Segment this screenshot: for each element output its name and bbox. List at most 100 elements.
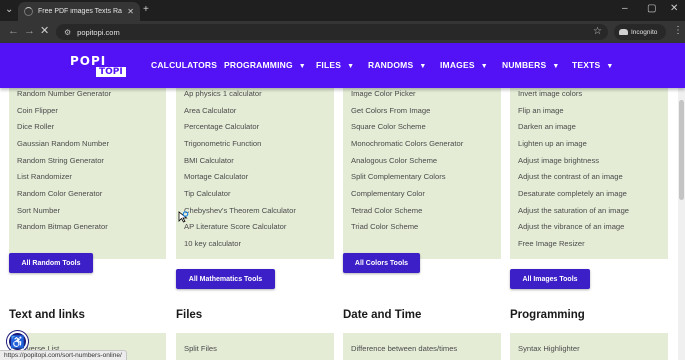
list-item[interactable]: Adjust the contrast of an image	[518, 172, 623, 181]
list-item[interactable]: Ap physics 1 calculator	[184, 89, 262, 98]
cursor-icon	[178, 211, 189, 223]
stop-icon[interactable]: ✕	[40, 26, 49, 37]
section-title-programming: Programming	[510, 309, 585, 321]
nav-label: CALCULATORS	[151, 60, 218, 70]
nav-numbers[interactable]: NUMBERS ▼	[502, 60, 560, 70]
chevron-down-icon: ▼	[552, 63, 560, 70]
list-item[interactable]: Triad Color Scheme	[351, 222, 418, 231]
nav-label: TEXTS	[572, 60, 601, 70]
list-item[interactable]: Random String Generator	[17, 156, 104, 165]
list-item[interactable]: Tetrad Color Scheme	[351, 206, 422, 215]
list-item[interactable]: Random Color Generator	[17, 189, 102, 198]
nav-randoms[interactable]: RANDOMS ▼	[368, 60, 426, 70]
chevron-down-icon: ▼	[419, 63, 427, 70]
nav-images[interactable]: IMAGES ▼	[440, 60, 488, 70]
tab-search-icon[interactable]: ⌄	[5, 5, 13, 15]
list-item[interactable]: Lighten up an image	[518, 139, 587, 148]
minimize-icon[interactable]: –	[622, 4, 628, 14]
forward-icon[interactable]: →	[24, 26, 35, 37]
tab-title: Free PDF images Texts Random	[38, 8, 122, 15]
nav-label: NUMBERS	[502, 60, 547, 70]
restore-icon[interactable]: ▢	[647, 4, 656, 14]
incognito-badge[interactable]: Incognito	[614, 24, 666, 40]
list-item[interactable]: Gaussian Random Number	[17, 139, 109, 148]
nav-files[interactable]: FILES ▼	[316, 60, 354, 70]
list-item[interactable]: Free Image Resizer	[518, 239, 585, 248]
page-scrollbar[interactable]	[678, 88, 685, 360]
back-icon[interactable]: ←	[8, 26, 19, 37]
all-math-tools-button[interactable]: All Mathematics Tools	[176, 269, 275, 289]
list-item[interactable]: Sort Number	[17, 206, 60, 215]
list-item[interactable]: Adjust the vibrance of an image	[518, 222, 624, 231]
section-title-date-time: Date and Time	[343, 309, 422, 321]
section-title-files: Files	[176, 309, 203, 321]
list-item[interactable]: Tip Calculator	[184, 189, 231, 198]
nav-texts[interactable]: TEXTS ▼	[572, 60, 614, 70]
logo-top-text: POPI	[70, 54, 107, 68]
list-item[interactable]: List Randomizer	[17, 172, 72, 181]
list-item[interactable]: Split Files	[184, 344, 217, 353]
logo-bottom-text: TOPI	[96, 67, 126, 77]
url-input[interactable]: ⚙ popitopi.com ☆	[56, 24, 608, 40]
section-title-text-links: Text and links	[9, 309, 85, 321]
list-item[interactable]: Dice Roller	[17, 122, 54, 131]
list-item[interactable]: Split Complementary Colors	[351, 172, 446, 181]
browser-tab-bar: ⌄ Free PDF images Texts Random ✕ + – ▢ ✕	[0, 0, 685, 21]
chevron-down-icon: ▼	[347, 63, 355, 70]
list-item[interactable]: Random Number Generator	[17, 89, 111, 98]
site-logo[interactable]: POPI TOPI	[70, 55, 137, 77]
list-item[interactable]: Darken an image	[518, 122, 576, 131]
nav-label: IMAGES	[440, 60, 475, 70]
nav-label: PROGRAMMING	[224, 60, 293, 70]
list-item[interactable]: Image Color Picker	[351, 89, 416, 98]
loading-spinner-icon	[24, 7, 33, 16]
list-item[interactable]: AP Literature Score Calculator	[184, 222, 286, 231]
list-item[interactable]: Complementary Color	[351, 189, 425, 198]
scrollbar-thumb[interactable]	[679, 100, 684, 200]
site-info-icon[interactable]: ⚙	[64, 28, 71, 37]
list-item[interactable]: Flip an image	[518, 106, 564, 115]
list-item[interactable]: Area Calculator	[184, 106, 236, 115]
all-random-tools-button[interactable]: All Random Tools	[9, 253, 93, 273]
list-item[interactable]: Get Colors From Image	[351, 106, 430, 115]
chevron-down-icon: ▼	[480, 63, 488, 70]
list-item[interactable]: Adjust the saturation of an image	[518, 206, 629, 215]
close-window-icon[interactable]: ✕	[670, 4, 678, 14]
nav-label: RANDOMS	[368, 60, 414, 70]
address-bar: ← → ✕ ⚙ popitopi.com ☆ Incognito ⋮	[0, 21, 685, 43]
list-item[interactable]: Syntax Highlighter	[518, 344, 580, 353]
incognito-label: Incognito	[631, 28, 658, 36]
new-tab-icon[interactable]: +	[143, 5, 149, 15]
nav-label: FILES	[316, 60, 342, 70]
browser-tab[interactable]: Free PDF images Texts Random ✕	[18, 2, 140, 21]
list-item[interactable]: Coin Flipper	[17, 106, 58, 115]
list-item[interactable]: Random Bitmap Generator	[17, 222, 108, 231]
list-item[interactable]: Desaturate completely an image	[518, 189, 627, 198]
incognito-icon	[619, 29, 628, 35]
chevron-down-icon: ▼	[606, 63, 614, 70]
nav-programming[interactable]: PROGRAMMING ▼	[224, 60, 306, 70]
site-header: POPI TOPI CALCULATORS PROGRAMMING ▼ FILES…	[0, 43, 685, 88]
list-item[interactable]: Percentage Calculator	[184, 122, 259, 131]
all-colors-tools-button[interactable]: All Colors Tools	[343, 253, 420, 273]
list-item[interactable]: Mortage Calculator	[184, 172, 248, 181]
list-item[interactable]: Invert image colors	[518, 89, 582, 98]
list-item[interactable]: Chebyshev's Theorem Calculator	[184, 206, 296, 215]
nav-calculators[interactable]: CALCULATORS	[151, 60, 217, 70]
list-item[interactable]: Trigonometric Function	[184, 139, 261, 148]
list-item[interactable]: Difference between dates/times	[351, 344, 457, 353]
accessibility-icon[interactable]: ♿	[7, 331, 28, 352]
close-tab-icon[interactable]: ✕	[127, 7, 134, 16]
status-bar-url: https://popitopi.com/sort-numbers-online…	[0, 350, 127, 360]
url-text: popitopi.com	[77, 27, 120, 37]
list-item[interactable]: Square Color Scheme	[351, 122, 426, 131]
list-item[interactable]: Monochromatic Colors Generator	[351, 139, 463, 148]
list-item[interactable]: BMI Calculator	[184, 156, 234, 165]
list-item[interactable]: Analogous Color Scheme	[351, 156, 437, 165]
browser-menu-icon[interactable]: ⋮	[673, 25, 683, 36]
chevron-down-icon: ▼	[298, 63, 306, 70]
all-images-tools-button[interactable]: All Images Tools	[510, 269, 590, 289]
list-item[interactable]: 10 key calculator	[184, 239, 241, 248]
bookmark-star-icon[interactable]: ☆	[593, 26, 602, 37]
list-item[interactable]: Adjust image brightness	[518, 156, 599, 165]
